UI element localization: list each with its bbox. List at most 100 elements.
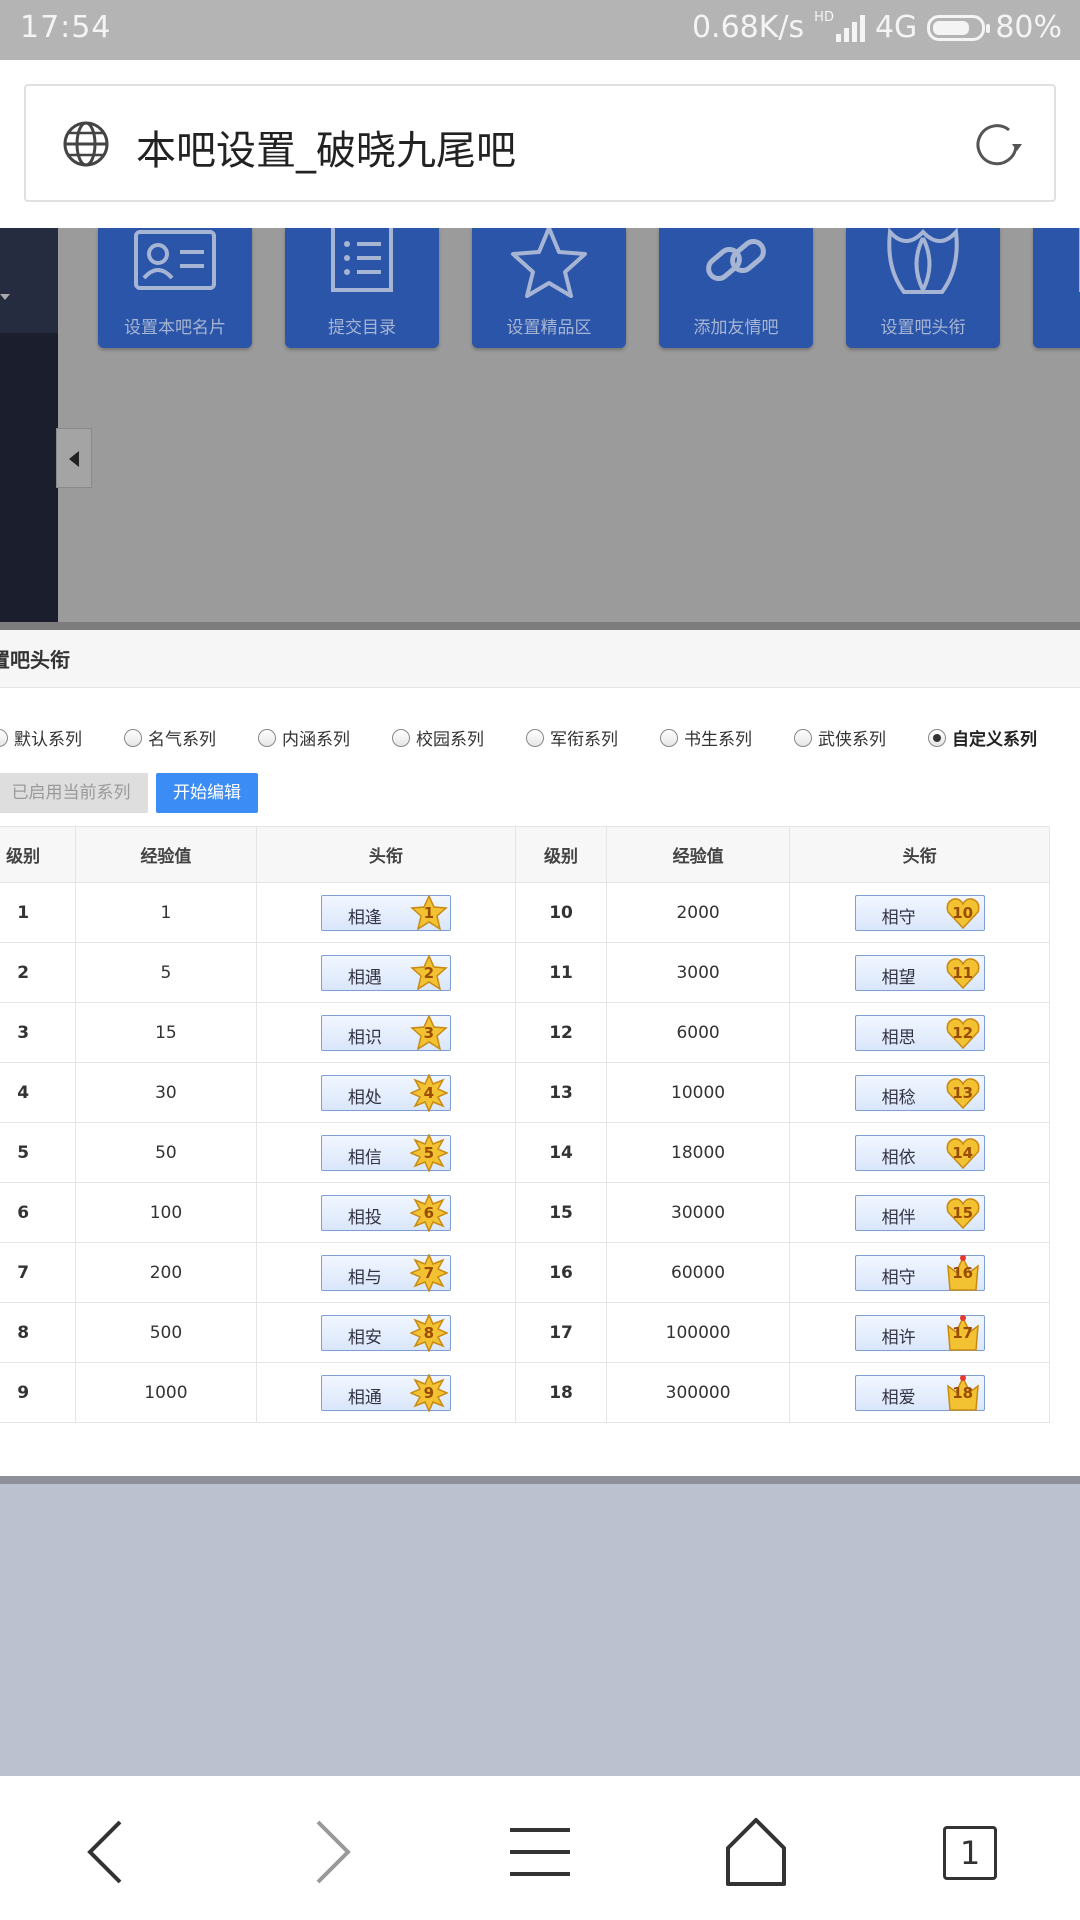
- title-badge-button[interactable]: 相与 7: [320, 1252, 451, 1293]
- home-icon[interactable]: [716, 1812, 796, 1892]
- table-row: 1 1 相逢 1 10 2000 相守 10: [0, 882, 1050, 943]
- browser-header: 本吧设置_破晓九尾吧: [0, 60, 1080, 228]
- title-name: 相遇: [347, 967, 382, 988]
- radio-circle[interactable]: [928, 728, 946, 747]
- title-badge-button[interactable]: 相许 17: [854, 1314, 985, 1351]
- divider: [0, 1476, 1080, 1484]
- level-cell: 8: [0, 1302, 77, 1363]
- tool-tile-submit[interactable]: 提交: [1033, 228, 1080, 348]
- back-icon[interactable]: [70, 1812, 150, 1892]
- address-bar[interactable]: 本吧设置_破晓九尾吧: [24, 84, 1056, 202]
- title-badge-button[interactable]: 相伴 15: [854, 1194, 985, 1231]
- title-badge-button[interactable]: 相守 10: [854, 894, 985, 931]
- title-badge-button[interactable]: 相投 6: [320, 1192, 451, 1233]
- status-time: 17:54: [20, 10, 112, 45]
- column-header: 头衔: [789, 826, 1050, 883]
- radio-circle[interactable]: [0, 728, 8, 747]
- tool-tile-titles[interactable]: 设置吧头衔: [846, 228, 1000, 348]
- menu-icon[interactable]: [500, 1812, 580, 1892]
- level-cell: 5: [0, 1122, 77, 1183]
- sun-medal-icon: 7: [409, 1252, 449, 1293]
- title-badge-button[interactable]: 相通 9: [320, 1372, 451, 1413]
- exp-cell: 30: [75, 1062, 257, 1123]
- hd-label: HD: [814, 10, 834, 25]
- title-badge-button[interactable]: 相望 11: [854, 954, 985, 991]
- title-badge-button[interactable]: 相守 16: [854, 1254, 985, 1291]
- radio-campus[interactable]: 校园系列: [392, 725, 484, 750]
- status-bar: 17:54 0.68K/s HD 4G 80%: [0, 0, 1080, 60]
- tool-tile-card[interactable]: 设置本吧名片: [98, 228, 252, 348]
- radio-circle[interactable]: [526, 728, 544, 747]
- tool-tile-catalog[interactable]: 提交目录: [285, 228, 439, 348]
- radio-default[interactable]: 默认系列: [0, 725, 82, 750]
- title-badge-button[interactable]: 相稔 13: [854, 1074, 985, 1111]
- title-cell: 相投 6: [255, 1182, 517, 1243]
- radio-connotation[interactable]: 内涵系列: [258, 725, 350, 750]
- star-medal-icon: 1: [410, 893, 448, 932]
- medal-number: 2: [423, 963, 435, 982]
- radio-label: 武侠系列: [818, 730, 886, 750]
- column-header: 级别: [515, 826, 607, 883]
- title-name: 相逢: [347, 907, 382, 928]
- tool-tile-friend-link[interactable]: 添加友情吧: [659, 228, 813, 348]
- medal-number: 13: [952, 1083, 974, 1102]
- triangle-left-icon: [69, 451, 79, 467]
- tool-tile-label: 设置吧头衔: [880, 318, 966, 338]
- star-icon: [509, 228, 589, 303]
- table-row: 9 1000 相通 9 18 300000 相爱 18: [0, 1362, 1050, 1423]
- level-cell: 4: [0, 1062, 77, 1123]
- radio-scholar[interactable]: 书生系列: [660, 725, 752, 750]
- title-cell: 相许 17: [789, 1302, 1050, 1363]
- title-badge-button[interactable]: 相处 4: [320, 1072, 451, 1113]
- title-badge-button[interactable]: 相识 3: [320, 1013, 451, 1051]
- sun-medal-icon: 9: [409, 1372, 449, 1413]
- radio-label: 校园系列: [416, 730, 484, 750]
- crown-medal-icon: 18: [944, 1374, 982, 1412]
- radio-fame[interactable]: 名气系列: [124, 725, 216, 750]
- exp-cell: 5: [75, 942, 257, 1003]
- title-badge-button[interactable]: 相逢 1: [320, 893, 451, 932]
- radio-circle[interactable]: [258, 728, 276, 747]
- exp-cell: 10000: [605, 1062, 791, 1123]
- title-badge-button[interactable]: 相信 5: [320, 1132, 451, 1173]
- radio-wuxia[interactable]: 武侠系列: [794, 725, 886, 750]
- table-row: 2 5 相遇 2 11 3000 相望 11: [0, 942, 1050, 1003]
- medal-number: 18: [952, 1383, 974, 1402]
- tabs-icon[interactable]: 1: [943, 1826, 1023, 1906]
- title-badge-button[interactable]: 相遇 2: [320, 953, 451, 991]
- title-badge-button[interactable]: 相依 14: [854, 1134, 985, 1172]
- sun-medal-icon: 8: [409, 1312, 449, 1353]
- title-badge-button[interactable]: 相爱 18: [854, 1374, 985, 1412]
- title-badge-button[interactable]: 相思 12: [854, 1014, 985, 1051]
- sidebar-collapse-button[interactable]: [56, 428, 92, 488]
- radio-military[interactable]: 军衔系列: [526, 725, 618, 750]
- forward-icon[interactable]: [288, 1812, 368, 1892]
- radio-circle[interactable]: [124, 728, 142, 747]
- link-icon: [693, 228, 779, 303]
- title-name: 相投: [347, 1207, 382, 1228]
- radio-label: 自定义系列: [952, 730, 1037, 750]
- dialog-header: 置吧头衔: [0, 630, 1080, 688]
- radio-custom[interactable]: 自定义系列: [928, 725, 1037, 750]
- level-cell: 17: [515, 1302, 607, 1363]
- radio-circle[interactable]: [660, 728, 678, 747]
- medal-number: 6: [423, 1203, 435, 1222]
- medal-number: 11: [952, 963, 974, 982]
- title-name: 相爱: [881, 1387, 916, 1408]
- reload-icon[interactable]: [968, 116, 1026, 178]
- exp-cell: 3000: [605, 942, 791, 1003]
- title-name: 相许: [881, 1327, 916, 1348]
- list-icon: [327, 228, 397, 299]
- exp-cell: 1000: [75, 1362, 257, 1423]
- tool-tile-featured[interactable]: 设置精品区: [472, 228, 626, 348]
- tool-tiles: 设置本吧名片 提交目录 设置精品区 添加友情吧 设置吧头衔: [98, 228, 1080, 348]
- heart-medal-icon: 14: [944, 1134, 982, 1172]
- title-name: 相望: [881, 967, 916, 988]
- radio-circle[interactable]: [392, 728, 410, 747]
- radio-circle[interactable]: [794, 728, 812, 747]
- title-badge-button[interactable]: 相安 8: [320, 1312, 451, 1353]
- title-name: 相依: [881, 1147, 916, 1168]
- level-titles-table: 级别 经验值 头衔 级别 经验值 头衔 1 1 相逢 1 10 2000 相守 10 2 5 相遇 2…: [0, 826, 1050, 1423]
- title-name: 相与: [347, 1267, 382, 1288]
- start-edit-button[interactable]: 开始编辑: [156, 773, 258, 813]
